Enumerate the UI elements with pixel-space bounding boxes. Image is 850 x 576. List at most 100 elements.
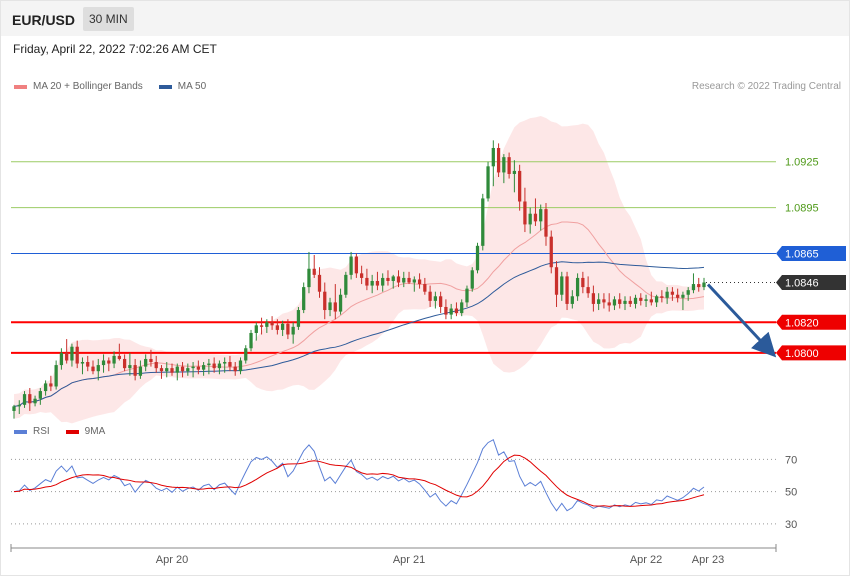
candle-body [28, 394, 32, 404]
candle-body [639, 297, 643, 301]
candle-body [665, 291, 669, 298]
candle-body [91, 366, 95, 372]
candle-body [233, 366, 237, 372]
candle [344, 271, 348, 298]
price-chart: 1.0925 1.0895 1.0865 1.0846 1.0820 1.0800 70 5… [10, 116, 846, 566]
candle-body [586, 287, 590, 294]
candle-body [170, 368, 174, 373]
candle-body [686, 290, 690, 295]
candle-body [660, 296, 664, 298]
candle-body [75, 346, 79, 364]
candle-body [691, 284, 696, 291]
candle-body [207, 363, 211, 366]
candle-body [338, 294, 343, 312]
rsi-level-label-50: 50 [785, 487, 797, 499]
level-label-1.0820: 1.0820 [785, 317, 819, 329]
candle-body [633, 297, 638, 304]
candle-body [512, 170, 517, 174]
candle-body [591, 293, 596, 304]
candle-body [275, 325, 279, 330]
candle-body [154, 362, 158, 369]
candle-body [496, 147, 501, 173]
candle-body [212, 363, 216, 369]
candle-body [312, 268, 316, 275]
candle-body [159, 368, 164, 372]
candle-body [412, 279, 416, 283]
candle-body [302, 287, 306, 311]
level-label-1.0895: 1.0895 [785, 203, 819, 215]
candle-body [328, 302, 332, 311]
candle-body [565, 276, 569, 304]
candle-body [507, 157, 511, 174]
candle-body [175, 366, 179, 373]
candle-body [697, 284, 701, 288]
candle-body [465, 288, 469, 303]
candle-body [554, 267, 559, 295]
candle-body [597, 299, 601, 304]
candle [549, 230, 553, 274]
candle-body [80, 362, 85, 364]
candle [302, 282, 306, 314]
candle-body [649, 299, 653, 303]
candle-body [217, 363, 222, 369]
x-tick-label: Apr 22 [630, 554, 662, 566]
candle [249, 329, 253, 352]
candle-body [112, 355, 116, 364]
candle-body [286, 323, 290, 335]
candle-body [449, 308, 453, 315]
candle-body [191, 366, 195, 369]
candle-body [544, 209, 548, 237]
candle-body [370, 280, 374, 286]
candle-body [523, 201, 527, 225]
candle-body [581, 277, 585, 288]
candle-body [502, 157, 506, 173]
candle-body [259, 325, 264, 327]
candle-body [265, 322, 269, 327]
rsi-level-label-70: 70 [785, 454, 797, 466]
candle [307, 251, 311, 294]
candle-body [122, 358, 127, 369]
candle-body [486, 166, 490, 199]
candle-body [138, 366, 143, 376]
candle-body [460, 302, 464, 314]
candle-body [196, 366, 200, 370]
candle-body [201, 365, 206, 370]
candle-body [280, 323, 285, 330]
candle-body [101, 360, 106, 366]
rsi-line [13, 438, 705, 512]
candle-body [602, 299, 606, 303]
candle [54, 360, 58, 390]
candle-body [475, 245, 480, 271]
candle [475, 242, 480, 274]
candle-body [107, 360, 111, 364]
candle-body [117, 355, 121, 359]
candle-body [296, 310, 301, 327]
candle-body [628, 300, 632, 304]
candle-body [396, 276, 401, 283]
candle-body [165, 368, 169, 372]
candle-body [43, 383, 48, 392]
candle-body [381, 277, 385, 286]
candle-body [307, 268, 311, 288]
candle-body [33, 398, 37, 404]
candle-body [407, 277, 411, 283]
candle-body [454, 308, 459, 314]
candle-body [470, 270, 474, 289]
candle-body [360, 273, 364, 278]
level-label-1.0846: 1.0846 [785, 278, 819, 290]
candle-body [528, 213, 532, 225]
candle-body [365, 277, 369, 286]
candle-body [354, 256, 358, 274]
candle-body [533, 213, 538, 222]
candle-body [654, 296, 659, 303]
candle-body [228, 362, 232, 367]
candle-body [128, 365, 132, 369]
x-tick-label: Apr 20 [156, 554, 188, 566]
candle-body [570, 296, 574, 304]
candle-body [49, 383, 53, 387]
candle-body [244, 348, 248, 361]
candle-body [676, 294, 680, 298]
candle-body [428, 291, 432, 301]
candle-body [344, 274, 348, 295]
candle-body [417, 279, 422, 285]
